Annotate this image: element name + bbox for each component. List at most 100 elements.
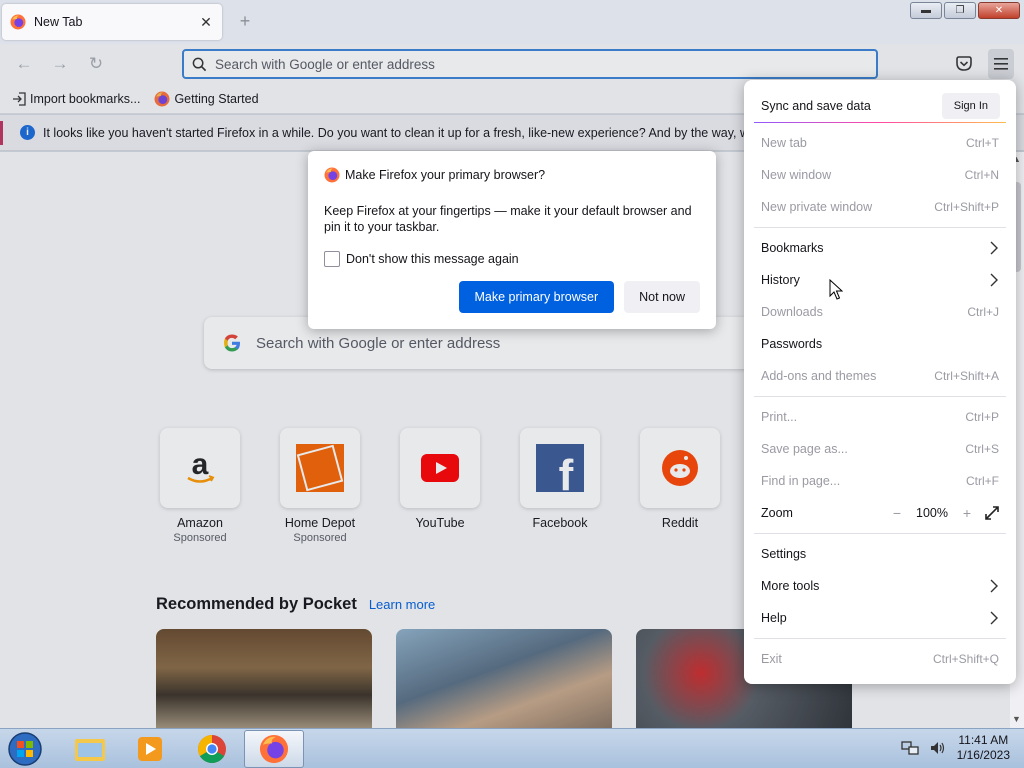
- menu-item-bookmarks[interactable]: Bookmarks: [744, 233, 1016, 263]
- zoom-controls: − 100% +: [889, 505, 999, 521]
- menu-item-label: Print...: [761, 410, 798, 424]
- zoom-in-button[interactable]: +: [959, 505, 975, 521]
- menu-item-help[interactable]: Help: [744, 603, 1016, 633]
- menu-item-label: History: [761, 273, 800, 287]
- pocket-card-image[interactable]: [396, 629, 612, 728]
- menu-item-shortcut: Ctrl+F: [966, 474, 999, 488]
- menu-item-downloads[interactable]: Downloads Ctrl+J: [744, 297, 1016, 327]
- menu-item-shortcut: Ctrl+N: [964, 168, 999, 182]
- menu-item-print[interactable]: Print... Ctrl+P: [744, 402, 1016, 432]
- sign-in-button[interactable]: Sign In: [941, 93, 1000, 119]
- menu-item-find-in-page[interactable]: Find in page... Ctrl+F: [744, 466, 1016, 496]
- page-search-placeholder: Search with Google or enter address: [256, 334, 501, 352]
- taskbar-chrome[interactable]: [182, 730, 242, 768]
- taskbar-firefox[interactable]: [244, 730, 304, 768]
- make-primary-browser-button[interactable]: Make primary browser: [458, 281, 615, 313]
- top-site-tile[interactable]: a Amazon Sponsored: [160, 428, 240, 544]
- menu-item-passwords[interactable]: Passwords: [744, 329, 1016, 359]
- sponsored-label: Sponsored: [173, 532, 227, 544]
- fullscreen-icon[interactable]: [985, 506, 999, 520]
- checkbox-box[interactable]: [324, 251, 340, 267]
- notification-text: It looks like you haven't started Firefo…: [43, 125, 823, 140]
- dialog-header: Make Firefox your primary browser?: [324, 167, 700, 183]
- amazon-icon: a: [187, 448, 215, 483]
- menu-item-shortcut: Ctrl+P: [965, 410, 999, 424]
- taskbar-file-explorer[interactable]: [60, 730, 120, 768]
- menu-item-shortcut: Ctrl+J: [967, 305, 999, 319]
- zoom-level[interactable]: 100%: [915, 506, 949, 520]
- menu-item-settings[interactable]: Settings: [744, 539, 1016, 569]
- menu-item-shortcut: Ctrl+Shift+A: [934, 369, 999, 383]
- dialog-body: Keep Firefox at your fingertips — make i…: [324, 204, 692, 234]
- sync-label: Sync and save data: [761, 99, 871, 113]
- menu-item-label: Zoom: [761, 506, 793, 520]
- menu-item-label: New tab: [761, 136, 807, 150]
- application-menu-button[interactable]: [988, 49, 1014, 79]
- menu-item-label: New window: [761, 168, 832, 182]
- new-tab-button[interactable]: +: [236, 12, 254, 30]
- pocket-learn-more-link[interactable]: Learn more: [369, 597, 435, 612]
- forward-arrow-icon[interactable]: →: [48, 52, 72, 76]
- bookmark-import[interactable]: Import bookmarks...: [12, 92, 140, 106]
- tab-strip: New Tab ✕ + ▬ ❐ ✕: [0, 0, 1024, 44]
- google-icon: [224, 334, 240, 352]
- menu-item-exit[interactable]: Exit Ctrl+Shift+Q: [744, 644, 1016, 674]
- menu-item-label: Save page as...: [761, 442, 848, 456]
- top-site-label: Amazon: [177, 516, 223, 530]
- reload-icon[interactable]: ↻: [84, 52, 108, 76]
- top-site-label: Home Depot: [284, 516, 356, 530]
- menu-divider: [754, 396, 1006, 397]
- menu-item-zoom: Zoom − 100% +: [744, 498, 1016, 528]
- menu-item-addons[interactable]: Add-ons and themes Ctrl+Shift+A: [744, 361, 1016, 391]
- volume-icon[interactable]: [929, 740, 947, 756]
- tab-new-tab[interactable]: New Tab ✕: [2, 4, 222, 40]
- pocket-card-image[interactable]: [156, 629, 372, 728]
- file-explorer-icon: [75, 739, 105, 761]
- back-arrow-icon[interactable]: ←: [12, 52, 36, 76]
- menu-item-new-private-window[interactable]: New private window Ctrl+Shift+P: [744, 192, 1016, 222]
- menu-item-new-tab[interactable]: New tab Ctrl+T: [744, 128, 1016, 158]
- menu-accent-divider: [754, 122, 1006, 123]
- menu-item-more-tools[interactable]: More tools: [744, 571, 1016, 601]
- default-browser-dialog: Make Firefox your primary browser? Keep …: [308, 151, 716, 329]
- top-site-tile[interactable]: Reddit: [640, 428, 720, 544]
- tab-title: New Tab: [34, 15, 83, 29]
- windows-start-icon[interactable]: [6, 731, 44, 767]
- clock-time: 11:41 AM: [958, 733, 1009, 747]
- menu-item-label: Help: [761, 611, 787, 625]
- media-player-icon: [138, 737, 162, 761]
- close-tab-icon[interactable]: ✕: [198, 14, 214, 31]
- taskbar-media-player[interactable]: [120, 730, 180, 768]
- menu-divider: [754, 638, 1006, 639]
- menu-item-save-page[interactable]: Save page as... Ctrl+S: [744, 434, 1016, 464]
- bookmark-getting-started[interactable]: Getting Started: [154, 91, 259, 107]
- network-icon[interactable]: [900, 740, 919, 756]
- not-now-button[interactable]: Not now: [624, 281, 700, 313]
- top-site-tile[interactable]: YouTube: [400, 428, 480, 544]
- restore-button[interactable]: ❐: [944, 2, 976, 19]
- dialog-title: Make Firefox your primary browser?: [345, 168, 546, 182]
- menu-item-label: Passwords: [761, 337, 823, 351]
- scroll-down-icon[interactable]: ▼: [1012, 714, 1021, 724]
- zoom-out-button[interactable]: −: [889, 505, 905, 521]
- dont-show-again-checkbox[interactable]: Don't show this message again: [324, 251, 700, 267]
- menu-item-label: Downloads: [761, 305, 823, 319]
- pocket-title: Recommended by Pocket: [156, 595, 357, 613]
- facebook-icon: f: [536, 444, 584, 492]
- menu-item-label: New private window: [761, 200, 873, 214]
- top-site-tile[interactable]: f Facebook: [520, 428, 600, 544]
- top-site-label: Reddit: [661, 516, 699, 530]
- address-bar[interactable]: [182, 49, 878, 79]
- application-menu: Sync and save data Sign In New tab Ctrl+…: [744, 80, 1016, 684]
- menu-item-new-window[interactable]: New window Ctrl+N: [744, 160, 1016, 190]
- minimize-button[interactable]: ▬: [910, 2, 942, 19]
- bookmark-label: Import bookmarks...: [30, 91, 141, 106]
- close-window-button[interactable]: ✕: [978, 2, 1020, 19]
- pocket-icon[interactable]: [954, 54, 974, 74]
- menu-item-history[interactable]: History: [744, 265, 1016, 295]
- top-site-label: Facebook: [532, 516, 588, 530]
- address-input[interactable]: [215, 56, 815, 72]
- menu-item-shortcut: Ctrl+Shift+Q: [932, 652, 999, 666]
- top-site-tile[interactable]: Home Depot Sponsored: [280, 428, 360, 544]
- system-clock[interactable]: 11:41 AM 1/16/2023: [957, 733, 1010, 763]
